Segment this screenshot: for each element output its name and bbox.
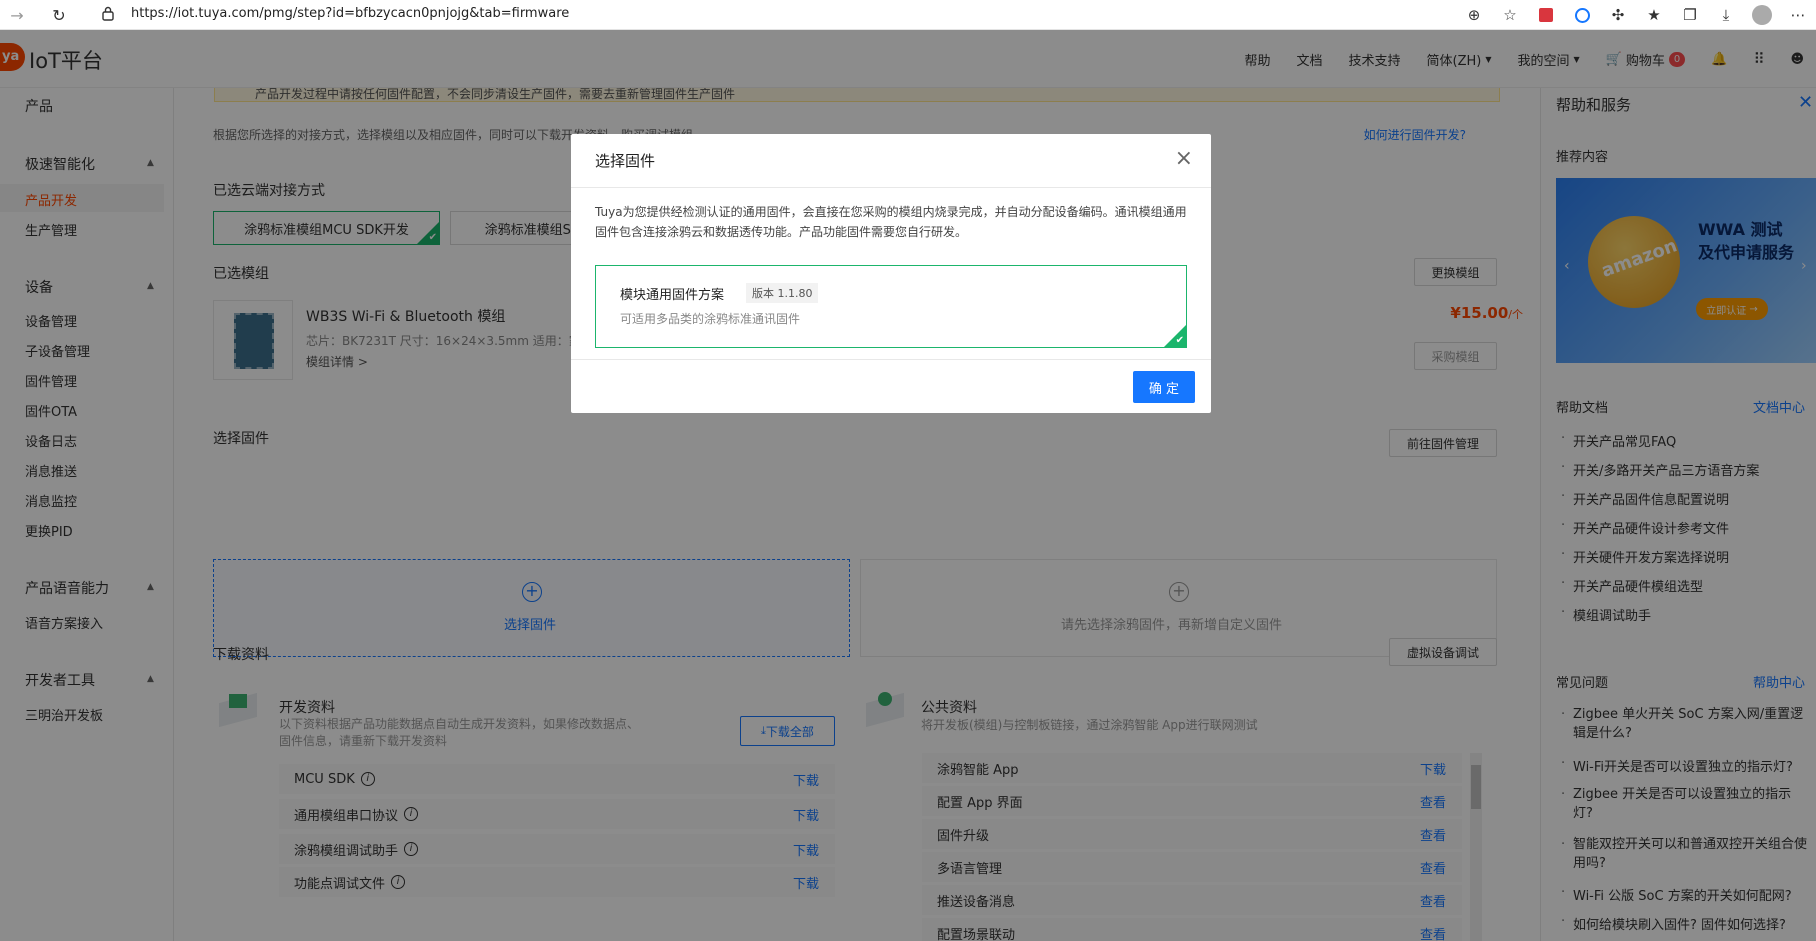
modal-title: 选择固件 xyxy=(595,152,656,170)
firmware-option-card[interactable]: 模块通用固件方案 版本 1.1.80 可适用多品类的涂鸦标准通讯固件 ✔ xyxy=(595,265,1187,348)
lock-icon[interactable] xyxy=(102,6,114,21)
extension-red-icon[interactable] xyxy=(1528,0,1564,30)
browser-toolbar: → ↻ https://iot.tuya.com/pmg/step?id=bfb… xyxy=(0,0,1816,30)
zoom-icon[interactable]: ⊕ xyxy=(1456,0,1492,30)
modal-header: 选择固件 × xyxy=(571,134,1211,188)
favorite-add-icon[interactable]: ☆ xyxy=(1492,0,1528,30)
favorites-icon[interactable]: ★ xyxy=(1636,0,1672,30)
version-badge: 版本 1.1.80 xyxy=(746,283,819,303)
address-bar[interactable]: https://iot.tuya.com/pmg/step?id=bfbzyca… xyxy=(131,6,569,21)
check-icon: ✔ xyxy=(1175,335,1184,346)
select-firmware-modal: 选择固件 × Tuya为您提供经检测认证的通用固件，会直接在您采购的模组内烧录完… xyxy=(571,134,1211,413)
forward-icon[interactable]: → xyxy=(2,0,32,30)
more-icon[interactable]: ⋯ xyxy=(1780,0,1816,30)
collections-icon[interactable]: ❐ xyxy=(1672,0,1708,30)
close-icon[interactable]: × xyxy=(1175,146,1193,172)
extensions-icon[interactable]: ✣ xyxy=(1600,0,1636,30)
extension-blue-icon[interactable] xyxy=(1564,0,1600,30)
modal-description: Tuya为您提供经检测认证的通用固件，会直接在您采购的模组内烧录完成，并自动分配… xyxy=(595,205,1187,239)
firmware-option-subtitle: 可适用多品类的涂鸦标准通讯固件 xyxy=(620,312,801,326)
confirm-button[interactable]: 确 定 xyxy=(1133,371,1195,403)
download-icon[interactable]: ⤓ xyxy=(1708,0,1744,30)
firmware-option-title: 模块通用固件方案 xyxy=(620,288,725,303)
reload-icon[interactable]: ↻ xyxy=(44,0,74,30)
profile-avatar-icon[interactable] xyxy=(1744,0,1780,30)
modal-divider xyxy=(571,359,1211,360)
